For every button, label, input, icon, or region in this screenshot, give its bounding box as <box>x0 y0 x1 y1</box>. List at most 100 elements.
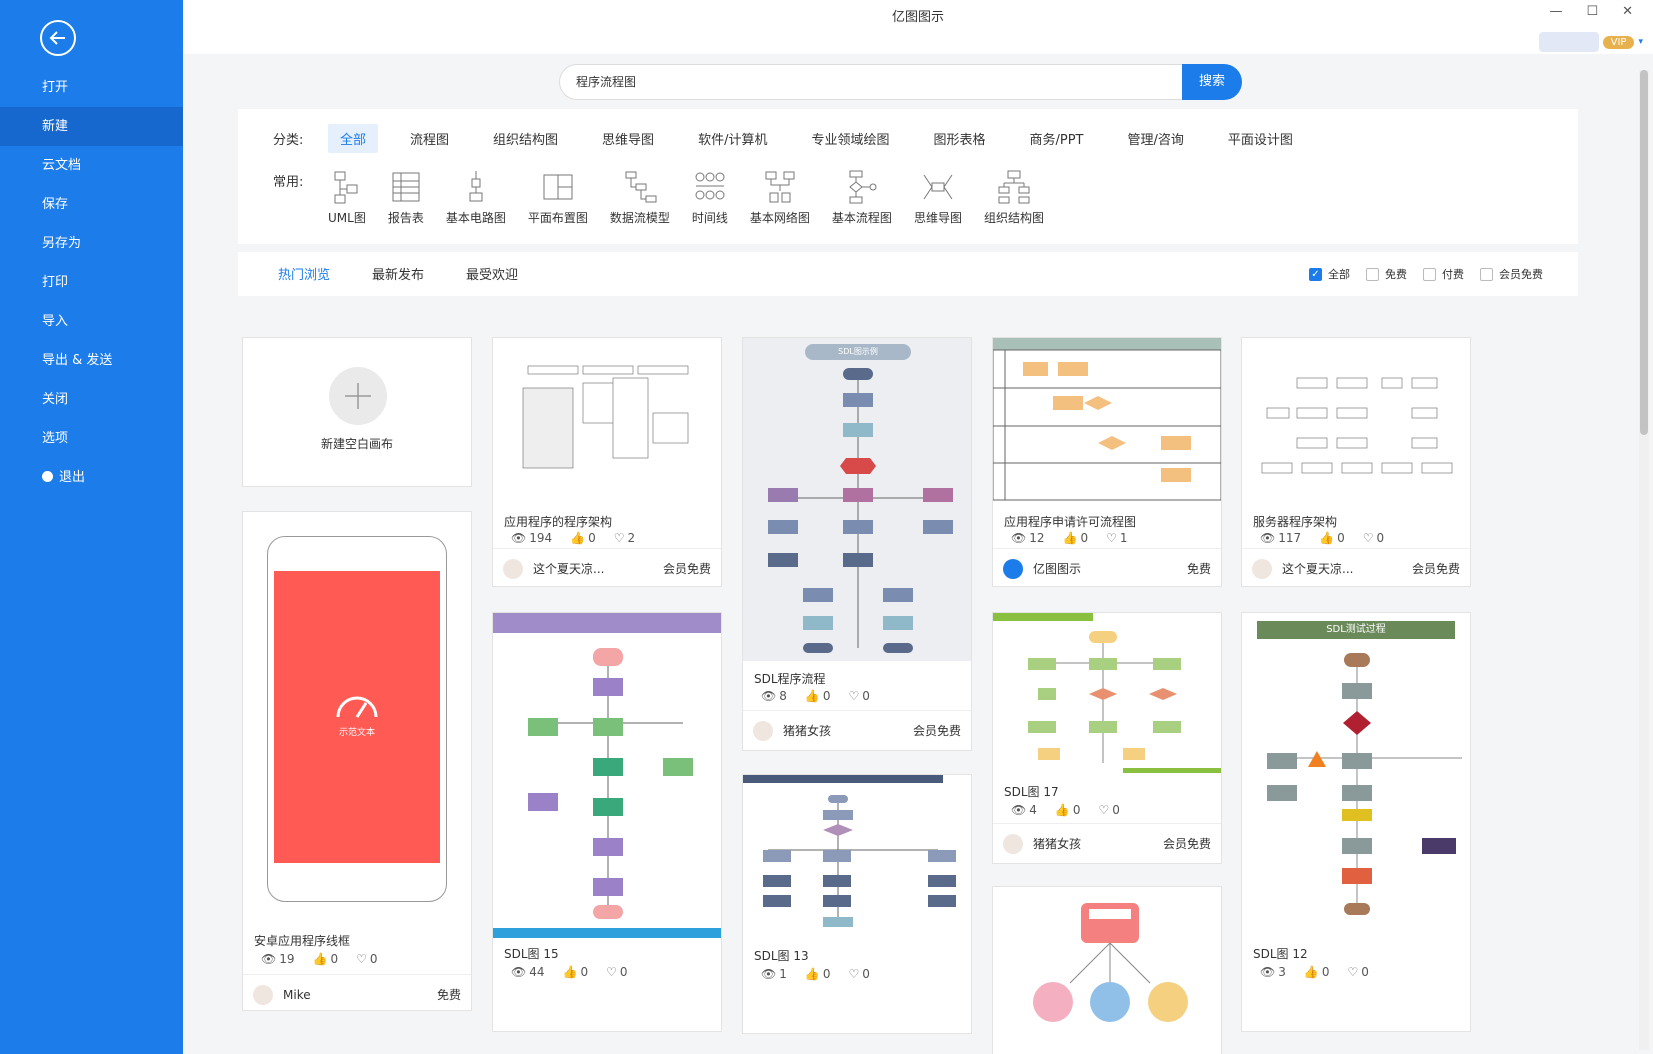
category-design[interactable]: 平面设计图 <box>1216 124 1305 153</box>
common-dataflow[interactable]: 数据流模型 <box>610 169 670 226</box>
favs-stat[interactable]: ♡0 <box>606 965 627 979</box>
author-name[interactable]: 这个夏天凉... <box>533 560 604 577</box>
sidebar-item-new[interactable]: 新建 <box>0 107 183 146</box>
scrollbar-thumb[interactable] <box>1640 70 1648 435</box>
common-floorplan[interactable]: 平面布置图 <box>528 169 588 226</box>
favs-stat[interactable]: ♡2 <box>614 531 635 545</box>
scrollbar[interactable] <box>1639 70 1649 1050</box>
template-card[interactable]: SDL图 15 👁44 👍0 ♡0 <box>492 612 722 1032</box>
sidebar-item-options[interactable]: 选项 <box>0 419 183 458</box>
category-org[interactable]: 组织结构图 <box>481 124 570 153</box>
category-business[interactable]: 商务/PPT <box>1017 124 1095 153</box>
sidebar-item-import[interactable]: 导入 <box>0 302 183 341</box>
minimize-icon[interactable]: — <box>1549 4 1562 19</box>
template-card[interactable]: 应用程序的程序架构 👁194 👍0 ♡2 这个夏天凉...会员免费 <box>492 337 722 587</box>
category-software[interactable]: 软件/计算机 <box>686 124 779 153</box>
common-uml[interactable]: UML图 <box>328 169 366 226</box>
template-card[interactable]: SDL图示例 SDL程序流程 👁8 👍0 ♡0 猪猪女孩会员免费 <box>742 337 972 751</box>
template-card[interactable]: 服务器程序架构 👁117 👍0 ♡0 这个夏天凉...会员免费 <box>1241 337 1471 587</box>
likes-stat[interactable]: 👍0 <box>570 531 596 545</box>
author-name[interactable]: 猪猪女孩 <box>1033 835 1081 852</box>
thumbs-up-icon: 👍 <box>1319 531 1334 545</box>
common-circuit[interactable]: 基本电路图 <box>446 169 506 226</box>
likes-stat[interactable]: 👍0 <box>1055 803 1081 817</box>
favs-count: 0 <box>1361 965 1369 979</box>
eye-icon: 👁 <box>261 952 276 966</box>
sidebar-item-print[interactable]: 打印 <box>0 263 183 302</box>
tab-latest[interactable]: 最新发布 <box>372 264 424 283</box>
likes-stat[interactable]: 👍0 <box>1304 965 1330 979</box>
likes-stat[interactable]: 👍0 <box>805 967 831 981</box>
filter-free[interactable]: 免费 <box>1366 266 1407 282</box>
search-input[interactable]: 程序流程图 <box>559 64 1199 100</box>
category-mindmap[interactable]: 思维导图 <box>590 124 666 153</box>
likes-stat[interactable]: 👍0 <box>1063 531 1089 545</box>
checkbox-icon[interactable] <box>1480 268 1493 281</box>
common-mindmap[interactable]: 思维导图 <box>914 169 962 226</box>
common-basic-flow[interactable]: 基本流程图 <box>832 169 892 226</box>
template-card[interactable]: SDL测试过程 SDL图 12 👁3 👍0 ♡0 <box>1241 612 1471 1032</box>
common-org[interactable]: 组织结构图 <box>984 169 1044 226</box>
filter-all[interactable]: ✓全部 <box>1309 266 1350 282</box>
search-bar: 程序流程图 搜索 <box>559 64 1259 100</box>
favs-stat[interactable]: ♡0 <box>1347 965 1368 979</box>
vip-badge[interactable]: VIP <box>1603 36 1635 49</box>
window-controls: — ☐ ✕ <box>1549 4 1633 19</box>
vip-area[interactable]: VIP ▾ <box>1539 32 1643 52</box>
avatar <box>503 559 523 579</box>
author-name[interactable]: 这个夏天凉... <box>1282 560 1353 577</box>
likes-stat[interactable]: 👍0 <box>805 689 831 703</box>
tab-hot[interactable]: 热门浏览 <box>278 264 330 283</box>
category-flowchart[interactable]: 流程图 <box>398 124 461 153</box>
common-timeline[interactable]: 时间线 <box>692 169 728 226</box>
sidebar-item-close[interactable]: 关闭 <box>0 380 183 419</box>
filter-member-free[interactable]: 会员免费 <box>1480 266 1543 282</box>
common-report[interactable]: 报告表 <box>388 169 424 226</box>
favs-stat[interactable]: ♡0 <box>848 689 869 703</box>
author-name[interactable]: 亿图图示 <box>1033 560 1081 577</box>
sidebar-item-exit[interactable]: 退出 <box>0 458 183 497</box>
favs-stat[interactable]: ♡0 <box>356 952 377 966</box>
template-card[interactable]: SDL图 17 👁4 👍0 ♡0 猪猪女孩会员免费 <box>992 612 1222 864</box>
template-card[interactable]: SDL图 13 👁1 👍0 ♡0 <box>742 774 972 1034</box>
favs-stat[interactable]: ♡0 <box>848 967 869 981</box>
sidebar-item-save-as[interactable]: 另存为 <box>0 224 183 263</box>
template-thumbnail <box>993 338 1221 503</box>
sidebar-item-save[interactable]: 保存 <box>0 185 183 224</box>
author-name[interactable]: 猪猪女孩 <box>783 722 831 739</box>
likes-stat[interactable]: 👍0 <box>1319 531 1345 545</box>
likes-stat[interactable]: 👍0 <box>563 965 589 979</box>
maximize-icon[interactable]: ☐ <box>1586 4 1598 19</box>
checkbox-icon[interactable] <box>1423 268 1436 281</box>
filter-paid[interactable]: 付费 <box>1423 266 1464 282</box>
checkbox-checked-icon[interactable]: ✓ <box>1309 268 1322 281</box>
template-card[interactable]: 示范文本 安卓应用程序线框 👁19 👍0 ♡0 Mike免费 <box>242 511 472 1011</box>
likes-stat[interactable]: 👍0 <box>313 952 339 966</box>
sidebar-item-cloud[interactable]: 云文档 <box>0 146 183 185</box>
chevron-down-icon[interactable]: ▾ <box>1638 37 1643 47</box>
template-thumbnail <box>743 775 971 943</box>
checkbox-icon[interactable] <box>1366 268 1379 281</box>
category-management[interactable]: 管理/咨询 <box>1115 124 1195 153</box>
avatar <box>253 985 273 1005</box>
category-professional[interactable]: 专业领域绘图 <box>799 124 901 153</box>
author-name[interactable]: Mike <box>283 988 311 1002</box>
category-all[interactable]: 全部 <box>328 124 378 153</box>
category-graphics[interactable]: 图形表格 <box>921 124 997 153</box>
heart-icon: ♡ <box>1363 531 1374 545</box>
favs-stat[interactable]: ♡0 <box>1363 531 1384 545</box>
template-card[interactable] <box>992 886 1222 1054</box>
template-card[interactable]: 应用程序申请许可流程图 👁12 👍0 ♡1 亿图图示免费 <box>992 337 1222 587</box>
back-arrow-icon[interactable] <box>40 20 76 56</box>
plus-icon[interactable] <box>329 367 387 425</box>
new-blank-card[interactable]: 新建空白画布 <box>242 337 472 487</box>
tab-popular[interactable]: 最受欢迎 <box>466 264 518 283</box>
favs-stat[interactable]: ♡0 <box>1098 803 1119 817</box>
close-icon[interactable]: ✕ <box>1622 4 1633 19</box>
common-report-label: 报告表 <box>388 209 424 226</box>
favs-stat[interactable]: ♡1 <box>1106 531 1127 545</box>
common-network[interactable]: 基本网络图 <box>750 169 810 226</box>
sidebar-item-open[interactable]: 打开 <box>0 68 183 107</box>
sidebar-item-export[interactable]: 导出 & 发送 <box>0 341 183 380</box>
search-button[interactable]: 搜索 <box>1182 64 1242 100</box>
